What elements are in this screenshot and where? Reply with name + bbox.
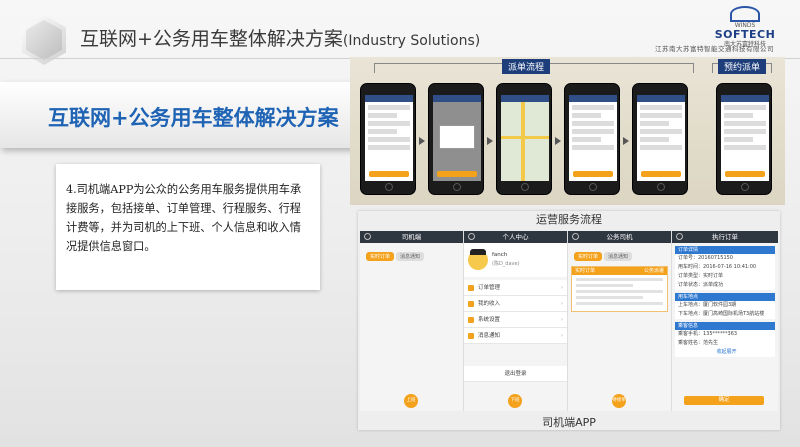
confirm-button[interactable]: 确定 — [684, 396, 764, 405]
user-icon[interactable] — [572, 233, 579, 240]
tab-notifications[interactable]: 消息通知 — [396, 252, 425, 261]
on-duty-button[interactable]: 上班 — [404, 394, 418, 408]
flow-label-booking: 预约派单 — [718, 59, 767, 74]
phone-screen-3-map — [496, 83, 552, 195]
passenger-phone: 乘客手机：135******363 — [675, 330, 775, 339]
tab-notifications[interactable]: 消息通知 — [604, 252, 633, 261]
chevron-right-icon: › — [560, 301, 563, 307]
order-flag: 公务派遣 — [643, 268, 664, 274]
message-icon — [468, 333, 474, 339]
phone-screen-1 — [360, 83, 416, 195]
description-box: 4.司机端APP为公众的公务用车服务提供用车承接服务，包括接单、订单管理、行程服… — [56, 164, 320, 290]
income-icon — [468, 301, 474, 307]
menu-notifications[interactable]: 消息通知 › — [464, 328, 567, 344]
arrow-right-icon — [419, 137, 425, 145]
page-title: 互联网+公务用车整体解决方案(Industry Solutions) — [80, 24, 480, 51]
logo-mark-icon — [730, 6, 760, 22]
description-text: 4.司机端APP为公众的公务用车服务提供用车承接服务，包括接单、订单管理、行程服… — [66, 183, 302, 253]
order-icon — [468, 285, 474, 291]
page-title-cn: 互联网+公务用车整体解决方案 — [80, 28, 343, 50]
tab-realtime-orders[interactable]: 实时订单 — [574, 252, 603, 261]
menu-order-management[interactable]: 订单管理 › — [464, 280, 567, 296]
section-banner: 互联网+公务用车整体解决方案 — [0, 82, 360, 148]
tab-realtime-orders[interactable]: 实时订单 — [366, 252, 395, 261]
order-detail-header: 订单详情 — [675, 246, 775, 254]
dropoff-location: 下车地点：厦门高崎国际机场T3航站楼 — [675, 310, 775, 319]
chevron-right-icon: › — [560, 285, 563, 291]
ops-title: 运营服务流程 — [536, 213, 602, 226]
use-time: 用车时间：2016-07-16 10:41:00 — [675, 263, 775, 272]
back-icon[interactable] — [676, 233, 683, 240]
settings-icon — [468, 317, 474, 323]
avatar — [468, 249, 488, 270]
order-card[interactable]: 实时订单 公务派遣 — [571, 266, 668, 312]
profile-card[interactable]: fanch (陈D_dave) — [464, 243, 567, 277]
phone-screen-2 — [428, 83, 484, 195]
address-header: 用车地点 — [675, 293, 775, 301]
app-label: 司机端APP — [542, 416, 596, 429]
off-duty-button[interactable]: 下班 — [508, 394, 522, 408]
dispatch-flow-panel: 派单流程 预约派单 — [350, 57, 785, 205]
chevron-right-icon: › — [560, 317, 563, 323]
user-icon[interactable] — [364, 233, 371, 240]
page-title-en: (Industry Solutions) — [342, 33, 481, 49]
order-tag: 实时订单 — [575, 268, 596, 274]
screen-title: 公务司机 — [606, 233, 633, 241]
logout-button[interactable]: 退出登录 — [464, 366, 567, 382]
company-name: 江苏南大苏富特智能交通科技有限公司 — [655, 45, 774, 53]
operations-flow-panel: 运营服务流程 司机端 实时订单 消息通知 上班 个人中心 fanch (陈D_da… — [358, 211, 780, 430]
chevron-right-icon: › — [560, 333, 563, 339]
passenger-header: 乘客信息 — [675, 322, 775, 330]
profile-sub: (陈D_dave) — [492, 261, 520, 267]
profile-name: fanch — [492, 252, 508, 258]
passenger-name: 乘客姓名：范先生 — [675, 339, 775, 348]
order-number: 订单号：20160715150 — [675, 254, 775, 263]
arrow-right-icon — [487, 137, 493, 145]
back-icon[interactable] — [468, 233, 475, 240]
menu-system-settings[interactable]: 系统设置 › — [464, 312, 567, 328]
personal-center-screen: 个人中心 fanch (陈D_dave) 订单管理 › 我的收入 › 系统设置 › 消… — [464, 231, 568, 411]
phone-screen-booking — [716, 83, 772, 195]
official-driver-screen: 公务司机 实时订单 消息通知 实时订单 公务派遣 待接单 — [568, 231, 672, 411]
screen-title: 执行订单 — [712, 233, 738, 241]
driver-home-screen: 司机端 实时订单 消息通知 上班 — [360, 231, 464, 411]
pickup-location: 上车地点：厦门软件园3期 — [675, 301, 775, 310]
arrow-right-icon — [555, 137, 561, 145]
collapse-toggle[interactable]: 收起展开 — [675, 348, 775, 357]
order-status: 订单状态：派单成功 — [675, 281, 775, 290]
order-type: 订单类型：实时订单 — [675, 272, 775, 281]
logo-name: SOFTECH — [714, 28, 776, 41]
pending-order-button[interactable]: 待接单 — [612, 394, 626, 408]
screen-title: 司机端 — [401, 233, 422, 241]
arrow-right-icon — [623, 137, 629, 145]
screen-title: 个人中心 — [502, 233, 529, 241]
flow-label-main: 派单流程 — [502, 59, 551, 74]
execute-order-screen: 执行订单 订单详情 订单号：20160715150 用车时间：2016-07-1… — [672, 231, 778, 411]
menu-my-income[interactable]: 我的收入 › — [464, 296, 567, 312]
banner-title: 互联网+公务用车整体解决方案 — [48, 106, 339, 130]
phone-screen-4 — [564, 83, 620, 195]
phone-screen-5 — [632, 83, 688, 195]
